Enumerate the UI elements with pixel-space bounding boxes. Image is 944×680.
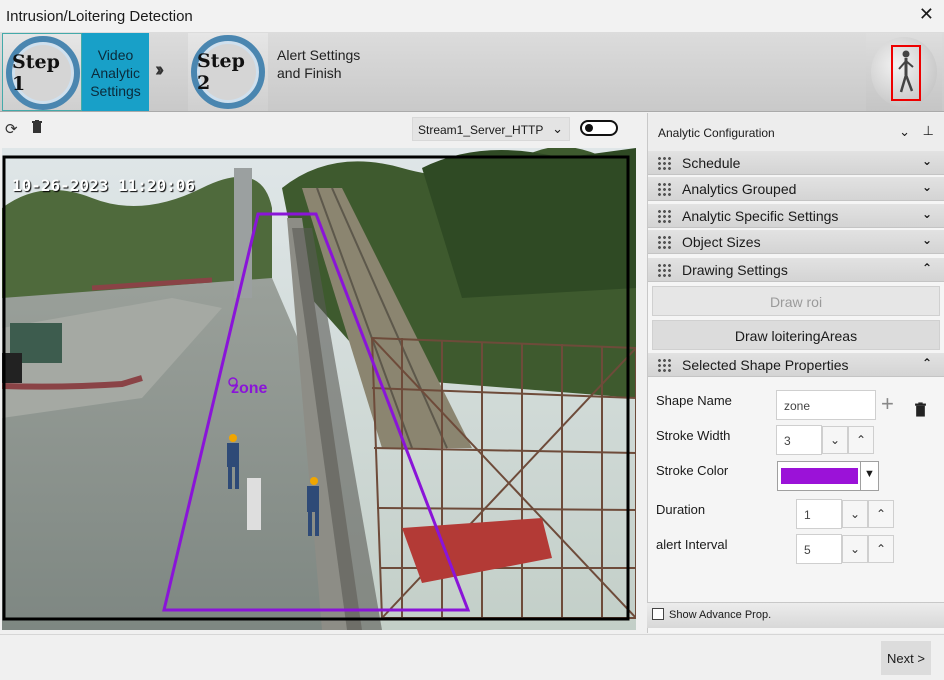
- chevron-down-icon: ⌄: [921, 207, 932, 221]
- draw-roi-button[interactable]: Draw roi: [652, 286, 940, 316]
- stroke-color-picker[interactable]: ▼: [777, 461, 879, 491]
- chevron-up-icon: ⌃: [921, 356, 932, 370]
- section-analytics-grouped[interactable]: Analytics Grouped ⌄: [648, 177, 944, 201]
- video-frame[interactable]: 10-26-2023 11:20:06 zone: [2, 148, 636, 630]
- wizard-steps: Step 1 Video Analytic Settings ›› Step 2…: [0, 32, 944, 112]
- close-icon[interactable]: ✕: [919, 4, 934, 25]
- show-advance-checkbox[interactable]: [652, 608, 664, 620]
- duration-decrement[interactable]: ⌄: [842, 500, 868, 528]
- section-object-sizes[interactable]: Object Sizes ⌄: [648, 230, 944, 254]
- overlay-toggle[interactable]: [580, 120, 618, 136]
- show-advance-label: Show Advance Prop.: [669, 609, 772, 621]
- stroke-width-input[interactable]: 3: [776, 425, 822, 455]
- panel-header: Analytic Configuration ⌄ ⊥: [648, 113, 944, 151]
- dropdown-arrow-icon: ▼: [860, 462, 878, 490]
- title-bar: Intrusion/Loitering Detection ✕: [0, 0, 944, 32]
- trash-icon[interactable]: [914, 402, 927, 422]
- step2-label[interactable]: Alert Settings and Finish: [277, 33, 367, 111]
- section-schedule[interactable]: Schedule ⌄: [648, 151, 944, 175]
- stroke-color-label: Stroke Color: [656, 463, 729, 478]
- footer: Next >: [0, 634, 944, 680]
- chevron-down-icon: ⌄: [921, 154, 932, 168]
- grip-icon: [657, 235, 671, 249]
- stream-select[interactable]: Stream1_Server_HTTP ⌄: [412, 117, 570, 141]
- alert-interval-decrement[interactable]: ⌄: [842, 535, 868, 563]
- stroke-color-swatch: [781, 468, 858, 484]
- section-label: Selected Shape Properties: [682, 357, 849, 373]
- section-analytic-specific[interactable]: Analytic Specific Settings ⌄: [648, 204, 944, 228]
- grip-icon: [657, 209, 671, 223]
- step1-badge-text: Step 1: [12, 51, 60, 95]
- step1-label[interactable]: Video Analytic Settings: [82, 33, 149, 111]
- section-label: Object Sizes: [682, 234, 761, 250]
- duration-input[interactable]: 1: [796, 499, 842, 529]
- duration-increment[interactable]: ⌃: [868, 500, 894, 528]
- analytic-config-panel: Analytic Configuration ⌄ ⊥ Schedule ⌄ An…: [647, 113, 944, 633]
- alert-interval-increment[interactable]: ⌃: [868, 535, 894, 563]
- chevron-down-icon: ⌄: [552, 121, 563, 136]
- camera-scene: [2, 148, 636, 630]
- section-label: Schedule: [682, 155, 741, 171]
- duration-label: Duration: [656, 502, 706, 517]
- alert-interval-label: alert Interval: [656, 537, 728, 552]
- collapse-chevron-icon[interactable]: ⌄: [899, 124, 910, 140]
- section-drawing-settings[interactable]: Drawing Settings ⌃: [648, 258, 944, 282]
- grip-icon: [657, 263, 671, 277]
- analytic-thumbnail: [866, 33, 942, 111]
- draw-loitering-areas-button[interactable]: Draw loiteringAreas: [652, 320, 940, 350]
- refresh-icon[interactable]: ⟳: [5, 120, 18, 138]
- step2-badge[interactable]: Step 2: [188, 33, 268, 111]
- video-toolbar: ⟳ Stream1_Server_HTTP ⌄: [0, 113, 644, 143]
- zone-label: zone: [231, 380, 268, 397]
- section-label: Drawing Settings: [682, 262, 788, 278]
- advance-prop-bar: Show Advance Prop.: [647, 602, 944, 628]
- shape-name-input[interactable]: zone: [776, 390, 876, 420]
- video-timestamp: 10-26-2023 11:20:06: [12, 176, 196, 195]
- section-label: Analytics Grouped: [682, 181, 797, 197]
- grip-icon: [657, 156, 671, 170]
- next-button[interactable]: Next >: [881, 641, 931, 675]
- chevron-up-icon: ⌃: [921, 261, 932, 275]
- step1-badge[interactable]: Step 1: [2, 33, 82, 111]
- trash-icon[interactable]: [31, 120, 43, 137]
- panel-title: Analytic Configuration: [658, 126, 775, 140]
- chevron-down-icon: ⌄: [921, 233, 932, 247]
- chevron-down-icon: ⌄: [921, 180, 932, 194]
- window-title: Intrusion/Loitering Detection: [6, 7, 193, 25]
- stroke-width-decrement[interactable]: ⌄: [822, 426, 848, 454]
- grip-icon: [657, 358, 671, 372]
- section-selected-shape[interactable]: Selected Shape Properties ⌃: [648, 353, 944, 377]
- chevron-right-icon: ››: [155, 59, 165, 81]
- step2-badge-text: Step 2: [197, 50, 245, 94]
- pin-icon[interactable]: ⊥: [923, 123, 934, 139]
- detection-box: [891, 45, 921, 101]
- alert-interval-input[interactable]: 5: [796, 534, 842, 564]
- shape-name-label: Shape Name: [656, 393, 732, 408]
- stroke-width-increment[interactable]: ⌃: [848, 426, 874, 454]
- stroke-width-label: Stroke Width: [656, 428, 731, 443]
- section-label: Analytic Specific Settings: [682, 208, 839, 224]
- grip-icon: [657, 182, 671, 196]
- plus-icon[interactable]: +: [881, 393, 894, 415]
- stream-select-value: Stream1_Server_HTTP: [418, 123, 544, 137]
